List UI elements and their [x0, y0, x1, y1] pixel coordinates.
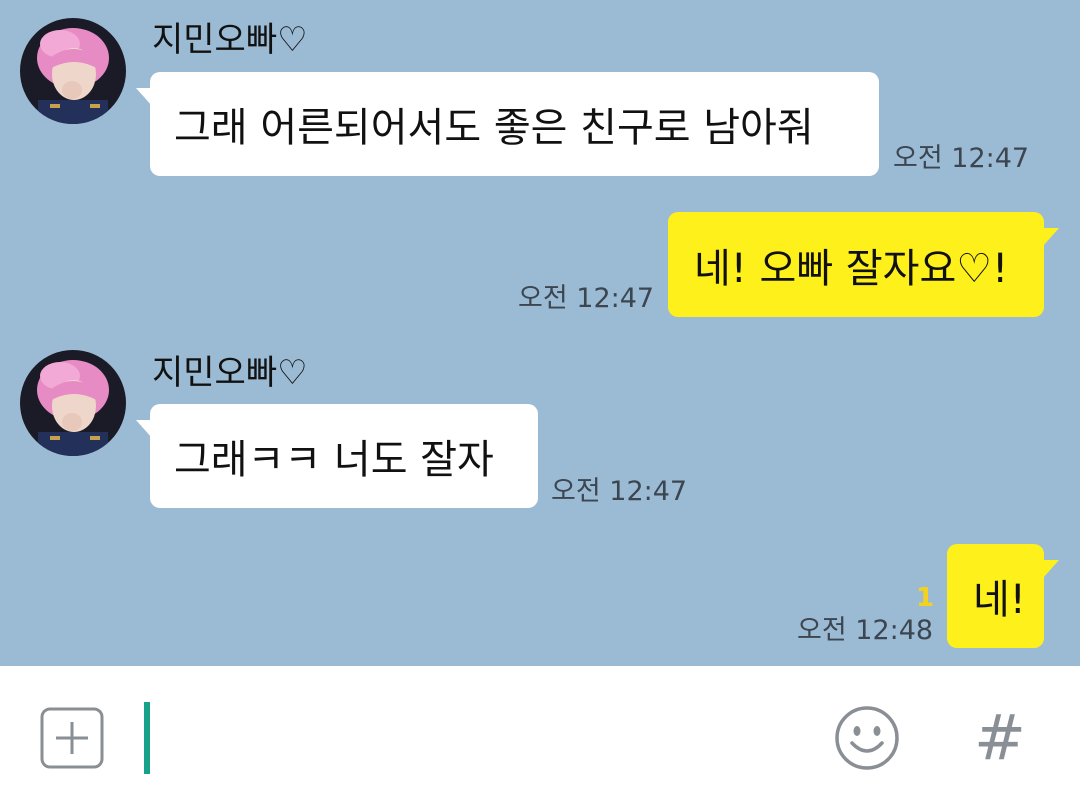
message-time: 오전 12:47	[893, 143, 1030, 174]
message-time: 오전 12:48	[797, 615, 934, 646]
bubble-tail	[1043, 560, 1059, 578]
plus-icon	[40, 707, 104, 769]
message-text: 네!	[973, 577, 1026, 623]
sender-name: 지민오빠♡	[152, 353, 308, 393]
sender-avatar[interactable]	[20, 18, 126, 124]
message-time: 오전 12:47	[551, 476, 688, 507]
message-text-input[interactable]	[144, 702, 150, 774]
message-input-bar: #	[0, 666, 1080, 810]
sender-name: 지민오빠♡	[152, 20, 308, 60]
hash-search-button[interactable]: #	[968, 700, 1032, 776]
message-text: 그래 어른되어서도 좋은 친구로 남아줘	[174, 105, 814, 151]
message-bubble-outgoing[interactable]: 네!	[947, 544, 1044, 648]
chat-area[interactable]: 지민오빠♡ 그래 어른되어서도 좋은 친구로 남아줘 오전 12:47 오전 1…	[0, 0, 1080, 666]
emoticon-button[interactable]	[834, 705, 900, 771]
attach-button[interactable]	[40, 707, 104, 769]
message-text: 그래ㅋㅋ 너도 잘자	[174, 437, 494, 483]
bubble-tail	[1043, 228, 1059, 246]
sender-avatar[interactable]	[20, 350, 126, 456]
message-bubble-incoming[interactable]: 그래ㅋㅋ 너도 잘자	[150, 404, 538, 508]
message-bubble-incoming[interactable]: 그래 어른되어서도 좋은 친구로 남아줘	[150, 72, 879, 176]
message-time: 오전 12:47	[518, 283, 655, 314]
avatar-image	[20, 350, 126, 456]
avatar-image	[20, 18, 126, 124]
smiley-icon	[835, 706, 899, 770]
message-text: 네! 오빠 잘자요♡!	[694, 245, 1009, 292]
message-bubble-outgoing[interactable]: 네! 오빠 잘자요♡!	[668, 212, 1044, 317]
unread-count: 1	[916, 583, 935, 613]
